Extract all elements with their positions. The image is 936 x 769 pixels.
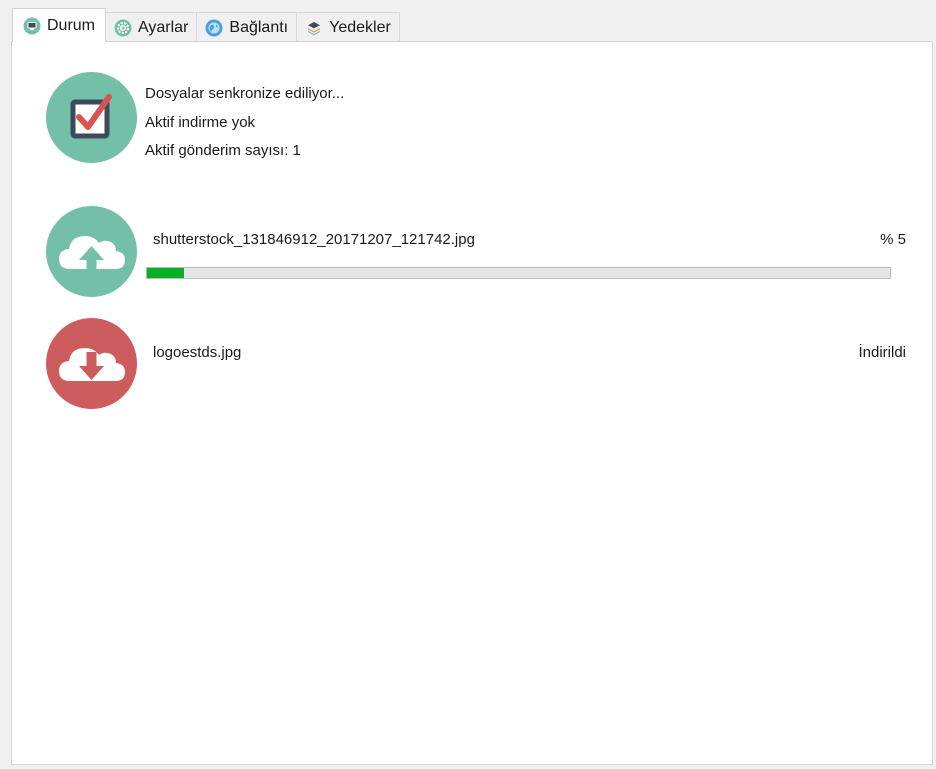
tab-label: Yedekler: [329, 18, 391, 36]
upload-progress-bar: [146, 267, 891, 279]
upload-item: shutterstock_131846912_20171207_121742.j…: [46, 206, 906, 297]
download-filename: logoestds.jpg: [153, 344, 242, 361]
gear-icon: [114, 19, 132, 37]
download-state: İndirildi: [858, 344, 906, 361]
tab-label: Durum: [47, 16, 96, 34]
tab-baglanti[interactable]: Bağlantı: [196, 12, 298, 42]
tab-label: Bağlantı: [229, 18, 289, 36]
status-text: Dosyalar senkronize ediliyor... Aktif in…: [145, 80, 344, 166]
tab-label: Ayarlar: [138, 18, 189, 36]
tab-bar: Durum Ayarlar Bağlantı Yedekler: [12, 8, 400, 42]
upload-filename: shutterstock_131846912_20171207_121742.j…: [153, 231, 475, 248]
upload-percent: % 5: [880, 231, 906, 248]
checkbox-check-icon: [46, 72, 137, 163]
monitor-icon: [23, 17, 41, 35]
tab-yedekler[interactable]: Yedekler: [296, 12, 400, 42]
download-item: logoestds.jpg İndirildi: [46, 318, 906, 409]
status-panel: Dosyalar senkronize ediliyor... Aktif in…: [11, 41, 933, 765]
download-status-text: Aktif indirme yok: [145, 113, 256, 131]
cloud-upload-icon: [46, 206, 137, 297]
upload-count-text: Aktif gönderim sayısı: 1: [145, 142, 301, 159]
layers-icon: [305, 19, 323, 37]
upload-progress-fill: [147, 268, 185, 278]
tab-ayarlar[interactable]: Ayarlar: [105, 12, 198, 42]
sync-status-text: Dosyalar senkronize ediliyor...: [145, 85, 345, 102]
tab-durum[interactable]: Durum: [12, 8, 107, 42]
globe-icon: [205, 19, 223, 37]
cloud-download-icon: [46, 318, 137, 409]
